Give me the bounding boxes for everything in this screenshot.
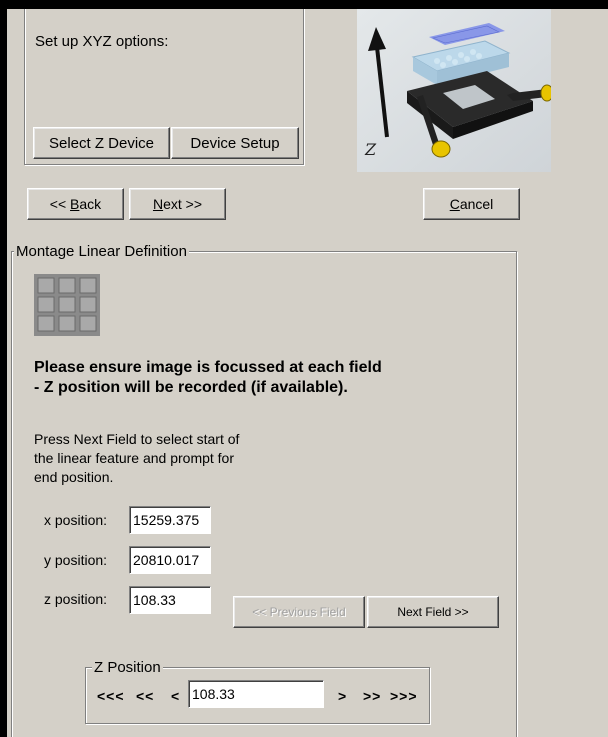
z-position-field[interactable] [129, 586, 211, 614]
y-position-label: y position: [44, 552, 108, 568]
next-field-button[interactable]: Next Field >> [367, 596, 499, 628]
z-step-down-small-button[interactable]: < [171, 688, 180, 704]
instructions-line1: Press Next Field to select start of [34, 431, 240, 447]
back-button[interactable]: << Back [27, 188, 124, 220]
select-z-device-button[interactable]: Select Z Device [33, 127, 170, 159]
focus-warning-line1: Please ensure image is focussed at each … [34, 359, 382, 376]
z-step-down-large-button[interactable]: <<< [97, 688, 125, 704]
focus-warning-line2: - Z position will be recorded (if availa… [34, 379, 348, 396]
svg-text:Z: Z [364, 140, 377, 159]
next-rest: ext >> [163, 196, 203, 212]
instructions-line2: the linear feature and prompt for [34, 450, 235, 466]
z-position-group-title: Z Position [92, 659, 163, 676]
z-position-label: z position: [44, 591, 108, 607]
previous-field-button[interactable]: << Previous Field [233, 596, 365, 628]
cancel-accel: C [449, 196, 460, 212]
z-step-up-large-button[interactable]: >>> [390, 688, 418, 704]
xyz-options-title: Set up XYZ options: [35, 33, 169, 50]
back-accel: B [70, 196, 80, 212]
device-setup-button[interactable]: Device Setup [171, 127, 299, 159]
cancel-button[interactable]: Cancel [423, 188, 520, 220]
z-step-up-medium-button[interactable]: >> [363, 688, 381, 704]
montage-group-title: Montage Linear Definition [14, 243, 189, 260]
z-step-down-medium-button[interactable]: << [136, 688, 154, 704]
z-stage-image: Z [357, 9, 554, 172]
z-step-up-small-button[interactable]: > [338, 688, 347, 704]
instructions-line3: end position. [34, 469, 114, 485]
next-accel: N [152, 196, 164, 212]
wizard-window: Set up XYZ options: Select Z Device Devi… [7, 9, 608, 737]
z-position-value-field[interactable] [188, 680, 324, 708]
back-prefix: << [49, 196, 71, 212]
back-rest: ack [79, 196, 102, 212]
x-position-field[interactable] [129, 506, 211, 534]
next-button[interactable]: Next >> [129, 188, 226, 220]
x-position-label: x position: [44, 512, 108, 528]
y-position-field[interactable] [129, 546, 211, 574]
cancel-rest: ancel [459, 196, 494, 212]
montage-grid-icon [34, 274, 100, 336]
